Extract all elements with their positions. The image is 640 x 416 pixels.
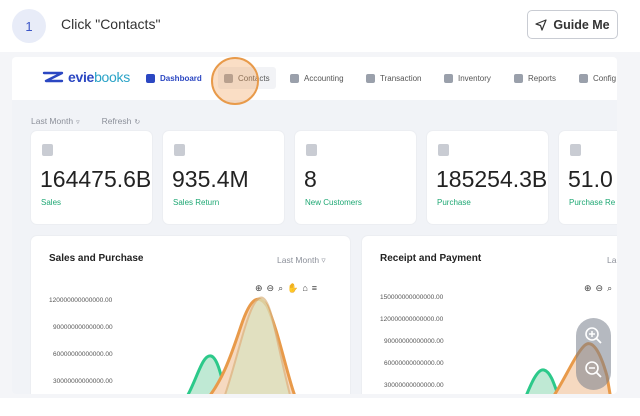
- nav-inventory-label: Inventory: [458, 74, 491, 83]
- app-screen: eviebooks Dashboard Contacts Accounting …: [12, 57, 617, 394]
- filter-row: Last Month ▿ Refresh ↻: [31, 116, 140, 126]
- inventory-icon: [444, 74, 453, 83]
- zoom-out-icon[interactable]: [584, 360, 603, 379]
- kpi-card-purchase-return[interactable]: 51.0 Purchase Re: [559, 131, 617, 224]
- kpi-value: 164475.6B: [40, 166, 152, 192]
- step-instruction: Click "Contacts": [61, 16, 161, 32]
- kpi-card-new-customers[interactable]: 8 New Customers: [295, 131, 416, 224]
- navigation-arrow-icon: [535, 18, 547, 31]
- period-filter-icon: ▿: [76, 119, 80, 126]
- footer-bar: [0, 398, 640, 416]
- logo-word-a: evie: [68, 69, 95, 85]
- nav-transaction[interactable]: Transaction: [366, 57, 422, 100]
- sales-purchase-panel: Sales and Purchase Last Month ▿ ⊕ ⊖ ⌕ ✋ …: [31, 236, 350, 394]
- customers-icon: [306, 144, 317, 156]
- kpi-value: 51.0: [568, 166, 613, 192]
- step-header: 1 Click "Contacts" Guide Me: [0, 0, 640, 52]
- nav-config-label: Config: [593, 74, 617, 83]
- nav-dashboard-label: Dashboard: [160, 74, 202, 83]
- top-navbar: eviebooks Dashboard Contacts Accounting …: [12, 57, 617, 105]
- transaction-icon: [366, 74, 375, 83]
- accounting-icon: [290, 74, 299, 83]
- nav-transaction-label: Transaction: [380, 74, 422, 83]
- nav-reports[interactable]: Reports: [514, 57, 556, 100]
- logo-mark-icon: [42, 71, 64, 83]
- step-number-badge: 1: [12, 9, 46, 43]
- kpi-label: Purchase Re: [569, 198, 616, 207]
- kpi-value: 8: [304, 166, 317, 192]
- purchase-icon: [438, 144, 449, 156]
- nav-inventory[interactable]: Inventory: [444, 57, 491, 100]
- reports-icon: [514, 74, 523, 83]
- kpi-card-purchase[interactable]: 185254.3B Purchase: [427, 131, 548, 224]
- kpi-card-sales[interactable]: 164475.6B Sales: [31, 131, 152, 224]
- period-filter-label: Last Month: [31, 116, 74, 126]
- logo-word-b: books: [94, 69, 130, 85]
- click-target-highlight: [211, 57, 259, 105]
- logo-text: eviebooks: [68, 69, 130, 85]
- sales-return-icon: [174, 144, 185, 156]
- evie-books-logo: eviebooks: [42, 69, 130, 85]
- nav-reports-label: Reports: [528, 74, 557, 83]
- period-filter[interactable]: Last Month ▿: [31, 116, 80, 126]
- kpi-label: Sales Return: [173, 198, 220, 207]
- nav-accounting-label: Accounting: [304, 74, 344, 83]
- kpi-label: New Customers: [305, 198, 362, 207]
- kpi-value: 935.4M: [172, 166, 249, 192]
- tutorial-frame: 1 Click "Contacts" Guide Me eviebooks Da…: [0, 0, 640, 416]
- kpi-label: Purchase: [437, 198, 471, 207]
- sales-purchase-plot: [186, 296, 296, 394]
- zoom-control: [576, 318, 611, 390]
- refresh-label: Refresh: [101, 116, 132, 126]
- zoom-in-icon[interactable]: [584, 326, 603, 345]
- refresh-icon: ↻: [134, 119, 141, 126]
- kpi-value: 185254.3B: [436, 166, 548, 192]
- purchase-return-icon: [570, 144, 581, 156]
- config-gear-icon: [579, 74, 588, 83]
- nav-config[interactable]: Config: [579, 57, 616, 100]
- guide-me-label: Guide Me: [553, 17, 610, 32]
- kpi-card-sales-return[interactable]: 935.4M Sales Return: [163, 131, 284, 224]
- nav-accounting[interactable]: Accounting: [290, 57, 344, 100]
- kpi-label: Sales: [41, 198, 62, 207]
- sales-icon: [42, 144, 53, 156]
- nav-dashboard[interactable]: Dashboard: [146, 57, 202, 100]
- dashboard-icon: [146, 74, 155, 83]
- guide-me-button[interactable]: Guide Me: [527, 10, 618, 39]
- refresh-button[interactable]: Refresh ↻: [102, 116, 141, 126]
